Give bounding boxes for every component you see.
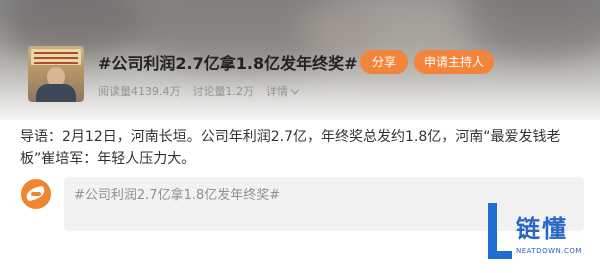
- chevron-down-icon: [290, 85, 300, 95]
- read-count: 阅读量4139.4万: [98, 85, 181, 98]
- lead-text: 导语：2月12日，河南长垣。公司年利润2.7亿，年终奖总发约1.8亿，河南“最爱…: [20, 129, 561, 167]
- user-avatar[interactable]: [21, 179, 51, 209]
- watermark-logo: 链懂 NEATDOWN.COM: [482, 197, 600, 273]
- watermark-l-icon: [488, 203, 512, 259]
- topic-thumbnail[interactable]: [28, 46, 84, 102]
- details-link[interactable]: 详情: [266, 83, 300, 99]
- watermark-text: 链懂: [516, 215, 568, 243]
- watermark-subtext: NEATDOWN.COM: [516, 247, 582, 255]
- details-label[interactable]: 详情: [266, 85, 288, 98]
- share-button[interactable]: 分享: [360, 50, 408, 74]
- topic-stats: 阅读量4139.4万 讨论量1.2万 详情: [98, 83, 300, 99]
- topic-title: #公司利润2.7亿拿1.8亿发年终奖#: [98, 54, 358, 73]
- apply-host-button[interactable]: 申请主持人: [414, 50, 494, 74]
- discussion-count: 讨论量1.2万: [192, 85, 255, 98]
